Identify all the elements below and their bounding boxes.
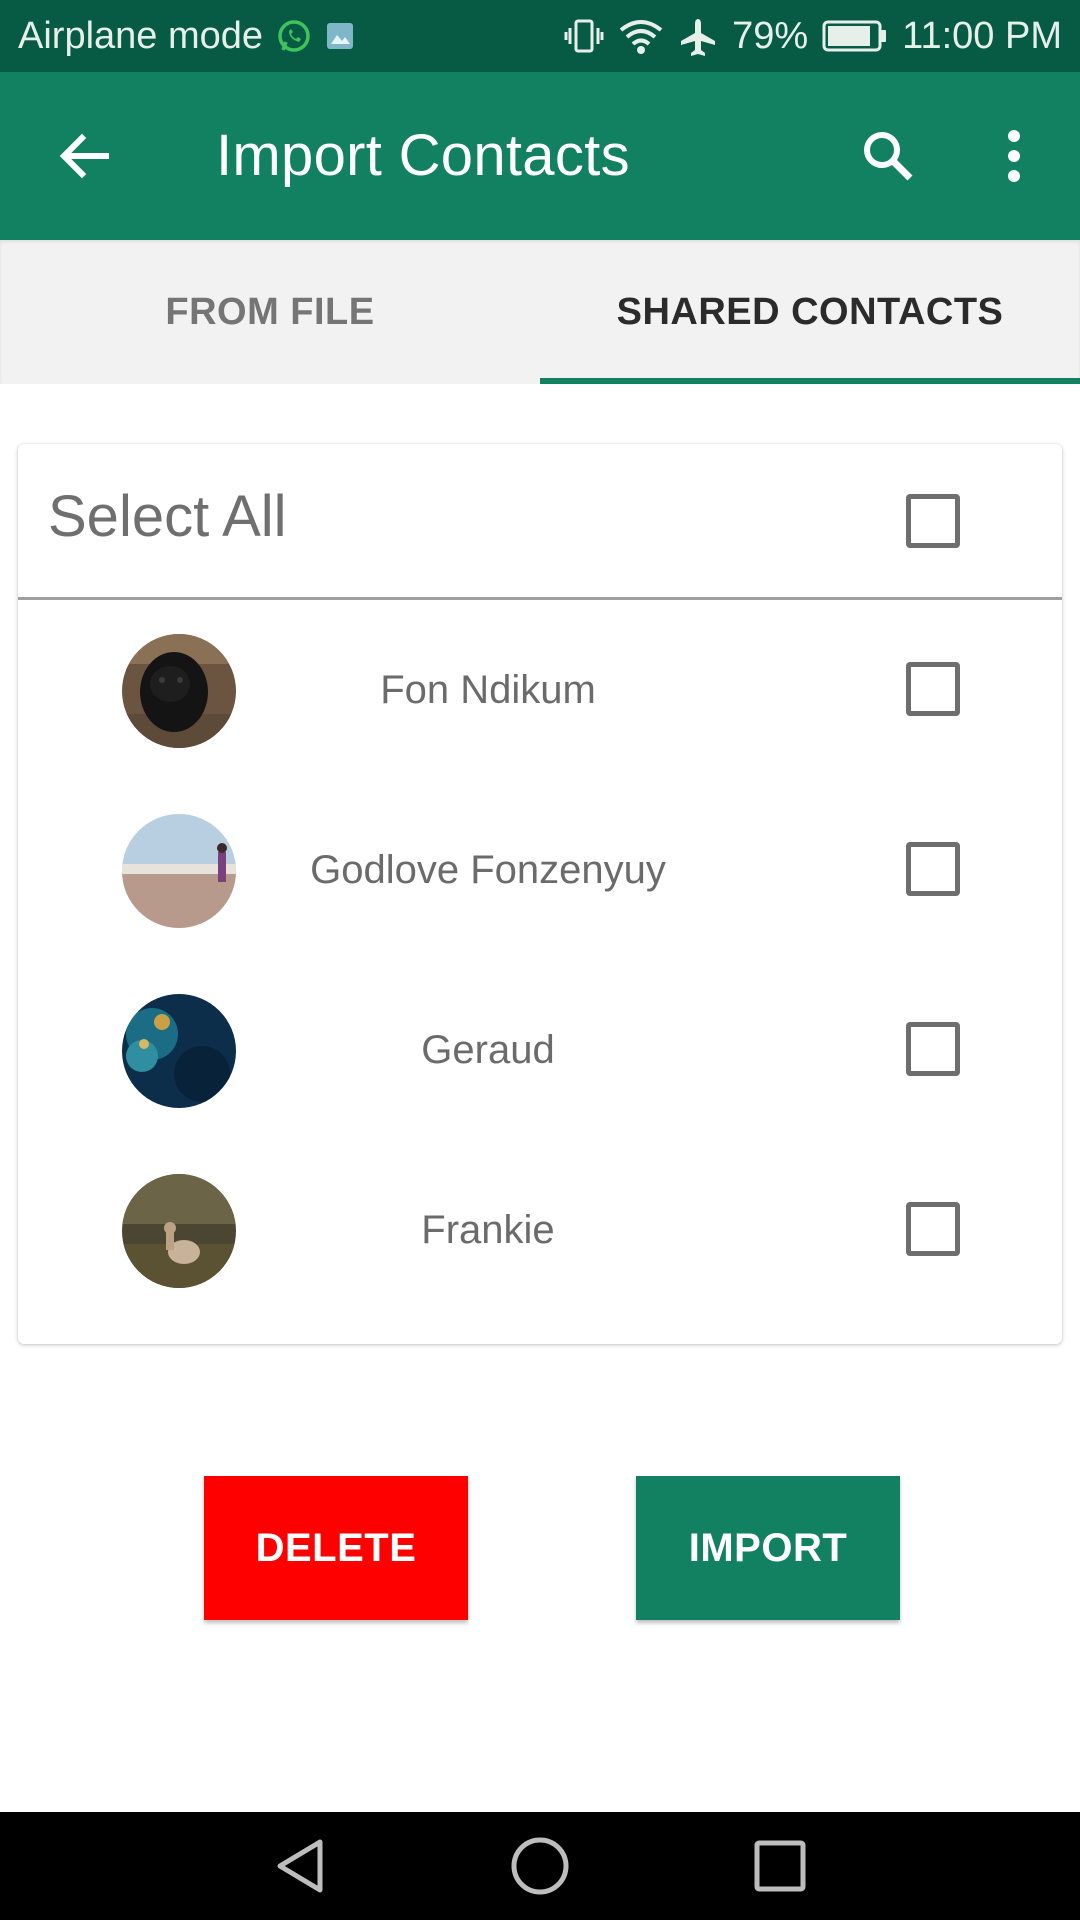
status-bar-right: 79% 11:00 PM — [564, 0, 1062, 72]
status-bar-left: Airplane mode — [18, 0, 355, 72]
page-title: Import Contacts — [216, 123, 630, 188]
contact-row[interactable]: Godlove Fonzenyuy — [18, 780, 1062, 960]
tab-indicator — [540, 378, 1080, 384]
clock: 11:00 PM — [902, 15, 1062, 57]
select-all-row[interactable]: Select All — [18, 444, 1062, 600]
contact-row[interactable]: Frankie — [18, 1140, 1062, 1320]
back-arrow-icon — [59, 133, 109, 179]
tab-shared-contacts[interactable]: SHARED CONTACTS — [540, 240, 1080, 384]
avatar — [122, 1174, 236, 1288]
nav-recents-button[interactable] — [720, 1812, 840, 1920]
contacts-card: Select All Fon Ndikum Godlove Fonzenyuy … — [18, 444, 1062, 1344]
navigation-bar — [0, 1812, 1080, 1920]
contact-name: Fon Ndikum — [380, 668, 596, 712]
import-button[interactable]: IMPORT — [636, 1476, 900, 1620]
nav-home-icon — [511, 1837, 569, 1895]
nav-recents-icon — [754, 1840, 806, 1892]
airplane-mode-text: Airplane mode — [18, 15, 264, 57]
airplane-icon — [678, 16, 718, 56]
nav-back-button[interactable] — [240, 1812, 360, 1920]
whatsapp-icon — [277, 19, 311, 53]
delete-button[interactable]: DELETE — [204, 1476, 468, 1620]
battery-icon — [822, 19, 888, 53]
nav-back-icon — [277, 1839, 323, 1893]
contact-name: Frankie — [421, 1208, 555, 1252]
contact-name: Geraud — [421, 1028, 555, 1072]
tab-bar: FROM FILE SHARED CONTACTS — [0, 240, 1080, 384]
select-all-checkbox[interactable] — [906, 494, 960, 548]
nav-home-button[interactable] — [480, 1812, 600, 1920]
more-vert-icon — [1008, 130, 1020, 182]
status-bar: Airplane mode 79% 11:00 PM — [0, 0, 1080, 72]
contact-name: Godlove Fonzenyuy — [310, 848, 666, 892]
select-all-label: Select All — [48, 484, 287, 549]
avatar — [122, 814, 236, 928]
app-bar: Import Contacts — [0, 72, 1080, 240]
back-button[interactable] — [36, 112, 132, 200]
tab-from-file[interactable]: FROM FILE — [0, 240, 540, 384]
contact-checkbox[interactable] — [906, 842, 960, 896]
contact-row[interactable]: Fon Ndikum — [18, 600, 1062, 780]
more-options-button[interactable] — [966, 112, 1062, 200]
avatar — [122, 634, 236, 748]
wifi-icon — [618, 16, 664, 56]
contact-checkbox[interactable] — [906, 1202, 960, 1256]
search-icon — [864, 132, 913, 181]
vibrate-icon — [564, 16, 604, 56]
contact-row[interactable]: Geraud — [18, 960, 1062, 1140]
gallery-icon — [325, 21, 355, 51]
battery-percent: 79% — [732, 15, 809, 57]
contact-checkbox[interactable] — [906, 662, 960, 716]
contact-checkbox[interactable] — [906, 1022, 960, 1076]
search-button[interactable] — [840, 112, 936, 200]
avatar — [122, 994, 236, 1108]
